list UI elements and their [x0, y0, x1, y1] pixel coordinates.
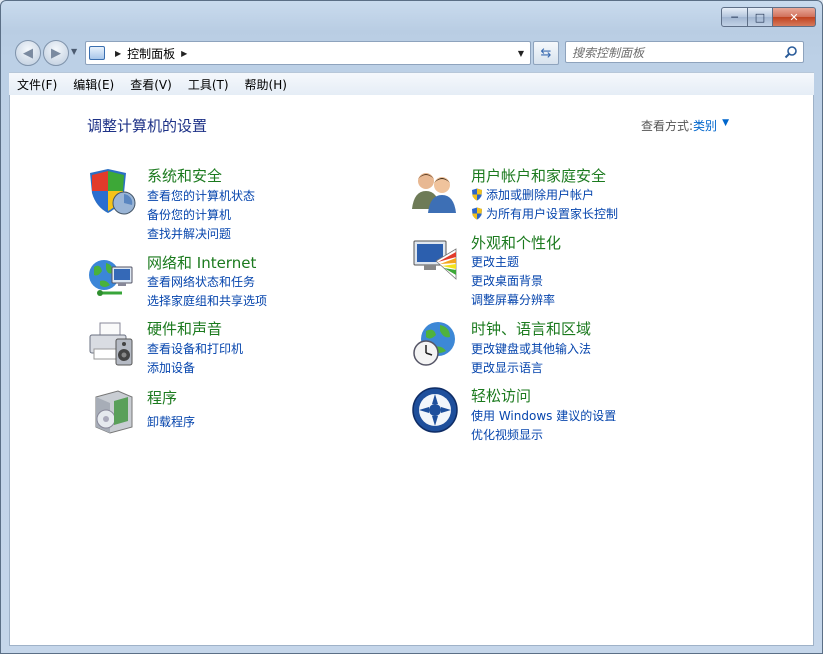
link-devices-printers[interactable]: 查看设备和打印机	[147, 340, 243, 357]
link-view-computer-status[interactable]: 查看您的计算机状态	[147, 187, 255, 204]
programs-box-icon[interactable]	[88, 387, 138, 437]
link-add-device[interactable]: 添加设备	[147, 359, 195, 376]
minimize-icon: ─	[731, 10, 738, 24]
back-arrow-icon: ◀	[23, 45, 33, 61]
link-optimize-display[interactable]: 优化视频显示	[471, 426, 543, 443]
menu-edit[interactable]: 编辑(E)	[65, 76, 122, 93]
menu-tools[interactable]: 工具(T)	[180, 76, 237, 93]
category-title-clock-language[interactable]: 时钟、语言和区域	[471, 318, 591, 339]
link-windows-recommended-settings[interactable]: 使用 Windows 建议的设置	[471, 407, 616, 424]
link-change-desktop-background[interactable]: 更改桌面背景	[471, 272, 543, 289]
main-content: 调整计算机的设置 查看方式: 类别 ▼ 系统和安全 查看您的计算机状态 备份您的…	[9, 95, 814, 646]
link-change-display-language[interactable]: 更改显示语言	[471, 359, 543, 376]
back-button[interactable]: ◀	[15, 40, 41, 66]
address-bar[interactable]: ▶ 控制面板 ▶ ▼	[85, 41, 531, 65]
chevron-down-icon[interactable]: ▼	[722, 118, 729, 128]
maximize-icon: □	[754, 10, 766, 24]
menu-view[interactable]: 查看(V)	[122, 76, 180, 93]
link-find-fix-problems[interactable]: 查找并解决问题	[147, 225, 231, 242]
category-title-network-internet[interactable]: 网络和 Internet	[147, 252, 256, 273]
refresh-button[interactable]: ⇆	[533, 41, 559, 65]
control-panel-icon	[89, 46, 105, 60]
category-title-hardware-sound[interactable]: 硬件和声音	[147, 318, 222, 339]
search-box[interactable]	[565, 41, 804, 63]
search-icon[interactable]	[784, 45, 798, 59]
search-input[interactable]	[572, 46, 772, 60]
link-change-keyboard[interactable]: 更改键盘或其他输入法	[471, 340, 591, 357]
forward-arrow-icon: ▶	[51, 45, 61, 61]
clock-language-region-icon[interactable]	[410, 319, 460, 369]
recent-pages-dropdown[interactable]: ▼	[71, 47, 77, 56]
address-dropdown-icon[interactable]: ▼	[518, 49, 524, 58]
shield-system-security-icon[interactable]	[86, 167, 136, 217]
link-add-remove-users-label[interactable]: 添加或删除用户帐户	[486, 188, 594, 202]
link-adjust-resolution[interactable]: 调整屏幕分辨率	[471, 291, 555, 308]
breadcrumb-control-panel[interactable]: 控制面板	[127, 45, 175, 62]
menu-file[interactable]: 文件(F)	[9, 76, 65, 93]
link-change-theme[interactable]: 更改主题	[471, 253, 519, 270]
link-add-remove-users[interactable]: 添加或删除用户帐户	[471, 186, 594, 203]
page-title: 调整计算机的设置	[87, 117, 208, 135]
maximize-button[interactable]: □	[748, 7, 773, 27]
appearance-personalization-icon[interactable]	[410, 235, 460, 285]
ease-of-access-icon[interactable]	[410, 385, 460, 435]
menu-bar: 文件(F) 编辑(E) 查看(V) 工具(T) 帮助(H)	[9, 72, 814, 96]
forward-button[interactable]: ▶	[43, 40, 69, 66]
breadcrumb-chevron-icon[interactable]: ▶	[181, 49, 187, 58]
category-title-user-accounts[interactable]: 用户帐户和家庭安全	[471, 165, 606, 186]
category-title-ease-of-access[interactable]: 轻松访问	[471, 385, 531, 406]
close-icon: ✕	[789, 10, 799, 24]
view-by-dropdown[interactable]: 类别	[693, 117, 717, 134]
close-button[interactable]: ✕	[773, 7, 816, 27]
control-panel-window: ─ □ ✕ ◀ ▶ ▼ ▶ 控制面板 ▶ ▼ ⇆ 文件(F) 编辑(E) 查看(…	[0, 0, 823, 654]
link-backup-computer[interactable]: 备份您的计算机	[147, 206, 231, 223]
printer-hardware-sound-icon[interactable]	[86, 319, 136, 369]
menu-help[interactable]: 帮助(H)	[237, 76, 295, 93]
link-network-status[interactable]: 查看网络状态和任务	[147, 273, 255, 290]
uac-shield-icon	[472, 188, 482, 201]
view-by-label: 查看方式:	[640, 119, 693, 133]
link-uninstall-program[interactable]: 卸载程序	[147, 413, 195, 430]
category-title-system-security[interactable]: 系统和安全	[147, 165, 222, 186]
users-accounts-icon[interactable]	[410, 167, 460, 217]
refresh-icon: ⇆	[540, 45, 552, 61]
minimize-button[interactable]: ─	[721, 7, 748, 27]
network-internet-icon[interactable]	[86, 253, 136, 303]
category-title-appearance[interactable]: 外观和个性化	[471, 232, 561, 253]
link-parental-controls-label[interactable]: 为所有用户设置家长控制	[486, 207, 618, 221]
caption-buttons: ─ □ ✕	[721, 7, 816, 27]
link-parental-controls[interactable]: 为所有用户设置家长控制	[471, 205, 618, 222]
link-homegroup-sharing[interactable]: 选择家庭组和共享选项	[147, 292, 267, 309]
breadcrumb-chevron-icon[interactable]: ▶	[115, 49, 121, 58]
navigation-bar: ◀ ▶ ▼ ▶ 控制面板 ▶ ▼ ⇆	[9, 37, 814, 67]
category-title-programs[interactable]: 程序	[147, 387, 177, 408]
uac-shield-icon	[472, 207, 482, 220]
